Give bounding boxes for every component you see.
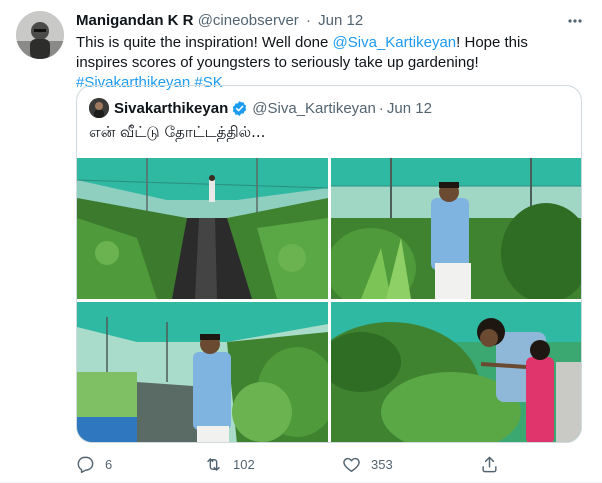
author-handle[interactable]: @cineobserver — [198, 12, 299, 29]
share-button[interactable] — [480, 450, 509, 478]
quoted-tweet-date[interactable]: Jun 12 — [387, 100, 432, 117]
like-count: 353 — [371, 456, 393, 472]
separator-dot: · — [378, 99, 384, 117]
tweet-text-part: This is quite the inspiration! Well done — [76, 34, 333, 51]
tweet-text: This is quite the inspiration! Well done… — [76, 33, 576, 93]
quoted-author-name[interactable]: Sivakarthikeyan — [114, 100, 228, 117]
photo-man-and-child[interactable] — [331, 302, 581, 442]
separator-dot: · — [305, 12, 311, 29]
quoted-author-handle[interactable]: @Siva_Kartikeyan — [252, 100, 376, 117]
photo-grid — [77, 158, 581, 442]
retweet-count: 102 — [233, 456, 255, 472]
author-avatar[interactable] — [16, 11, 64, 59]
like-button[interactable]: 353 — [342, 450, 393, 478]
tweet-date[interactable]: Jun 12 — [318, 12, 363, 29]
more-icon[interactable] — [566, 12, 584, 30]
author-name[interactable]: Manigandan K R — [76, 12, 194, 29]
mention-link[interactable]: @Siva_Kartikeyan — [333, 34, 457, 51]
verified-icon — [231, 100, 248, 117]
reply-count: 6 — [105, 456, 113, 472]
tweet-actions: 6 102 353 — [76, 450, 516, 478]
tweet[interactable]: Manigandan K R @cineobserver · Jun 12 Th… — [0, 0, 602, 483]
photo-greenhouse-rows[interactable] — [77, 158, 328, 299]
share-icon — [480, 455, 499, 474]
retweet-icon — [204, 455, 223, 474]
photo-man-in-garden[interactable] — [331, 158, 581, 299]
like-icon — [342, 455, 361, 474]
quoted-tweet-text: என் வீட்டு தோட்டத்தில்... — [89, 123, 266, 141]
tweet-header: Manigandan K R @cineobserver · Jun 12 — [76, 11, 586, 31]
retweet-button[interactable]: 102 — [204, 450, 255, 478]
quoted-tweet[interactable]: Sivakarthikeyan @Siva_Kartikeyan · Jun 1… — [76, 85, 582, 443]
quoted-author-avatar[interactable] — [89, 98, 109, 118]
photo-man-in-greenhouse[interactable] — [77, 302, 328, 442]
reply-button[interactable]: 6 — [76, 450, 112, 478]
reply-icon — [76, 455, 95, 474]
quoted-tweet-header: Sivakarthikeyan @Siva_Kartikeyan · Jun 1… — [89, 98, 432, 118]
